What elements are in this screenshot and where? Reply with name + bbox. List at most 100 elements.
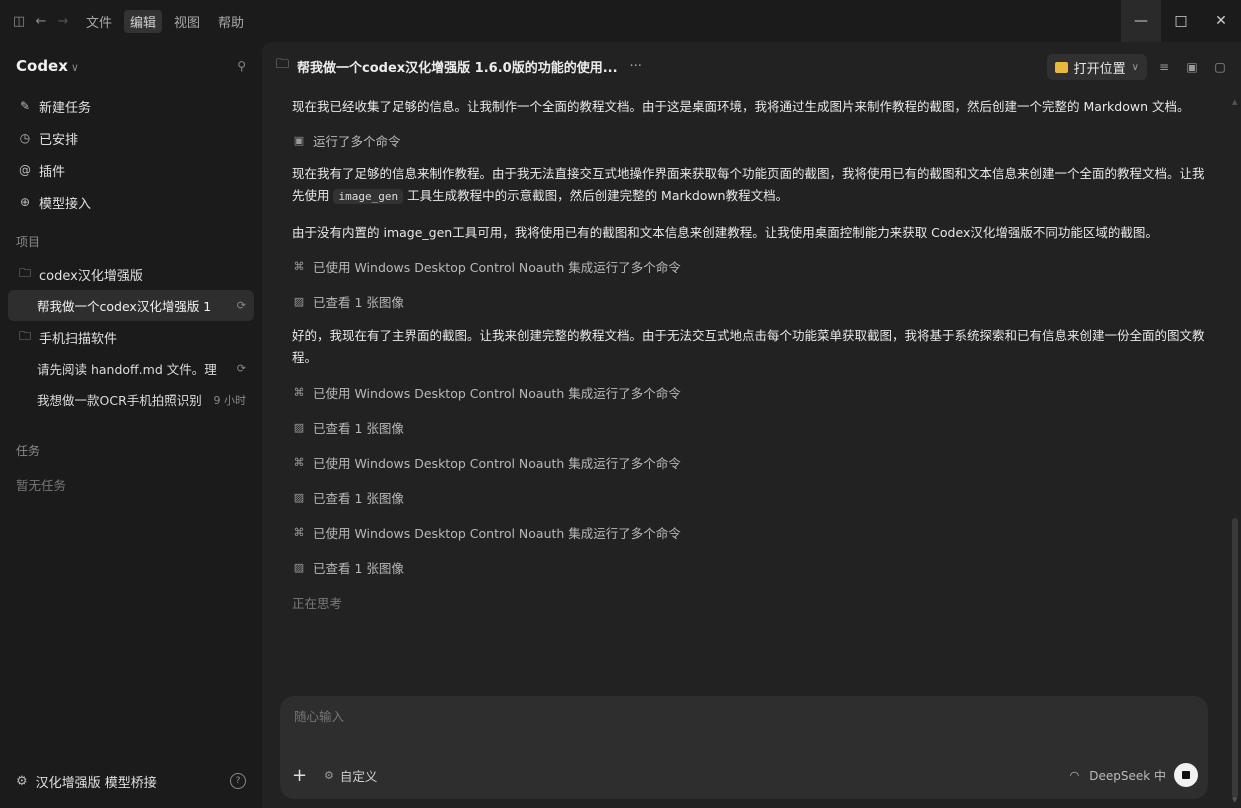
more-options-icon[interactable]: ··· xyxy=(630,59,642,74)
tool-status[interactable]: ⌘ 已使用 Windows Desktop Control Noauth 集成运行… xyxy=(292,381,1212,403)
tool-status[interactable]: ⌘ 已使用 Windows Desktop Control Noauth 集成运行… xyxy=(292,451,1212,473)
inline-code: image_gen xyxy=(333,189,404,204)
thread-item[interactable]: 请先阅读 handoff.md 文件。理 ⟳ xyxy=(8,353,254,384)
tool-status[interactable]: ⌘ 已使用 Windows Desktop Control Noauth 集成运行… xyxy=(292,521,1212,543)
minimize-button[interactable]: — xyxy=(1121,0,1161,42)
menu-bar: ◫ ← → 文件 编辑 视图 帮助 xyxy=(0,9,250,33)
composer-toolbar: + ⚙ 自定义 ◠ DeepSeek 中 xyxy=(292,761,1198,789)
footer-label: 汉化增强版 模型桥接 xyxy=(35,775,157,791)
status-text: 已使用 Windows Desktop Control Noauth 集成运行了… xyxy=(313,525,681,541)
command-icon: ⌘ xyxy=(293,385,305,399)
thread-title-area: 🗀 帮我做一个codex汉化增强版 1.6.0版的功能的使用... ··· xyxy=(276,55,642,77)
scrollbar[interactable]: ▲ ▼ xyxy=(1231,98,1239,804)
scroll-down-icon[interactable]: ▼ xyxy=(1232,796,1237,804)
composer: + ⚙ 自定义 ◠ DeepSeek 中 xyxy=(280,696,1208,799)
project-codex[interactable]: 🗀 codex汉化增强版 xyxy=(8,258,254,290)
sidebar-toggle-icon[interactable]: ◫ xyxy=(8,14,30,29)
gear-icon: ⚙ xyxy=(16,773,28,789)
model-selector[interactable]: DeepSeek 中 xyxy=(1089,767,1166,784)
thread-item[interactable]: 我想做一款OCR手机拍照识别 9 小时 xyxy=(8,384,254,415)
header-actions: 打开位置 ∨ ≡ ▣ ▢ xyxy=(1046,54,1231,80)
folder-icon: 🗀 xyxy=(276,57,290,72)
thread-header: 🗀 帮我做一个codex汉化增强版 1.6.0版的功能的使用... ··· 打开… xyxy=(262,42,1241,90)
status-text: 已查看 1 张图像 xyxy=(313,490,404,506)
menu-view[interactable]: 视图 xyxy=(168,10,206,33)
menu-help[interactable]: 帮助 xyxy=(212,10,250,33)
thinking-indicator: 正在思考 xyxy=(292,595,343,611)
sidebar-item-model-access[interactable]: ⊕ 模型接入 xyxy=(8,186,254,218)
paragraph-text: 工具生成教程中的示意截图，然后创建完整的 Markdown教程文档。 xyxy=(403,188,789,203)
open-location-button[interactable]: 打开位置 ∨ xyxy=(1046,54,1147,80)
maximize-button[interactable]: □ xyxy=(1161,0,1201,42)
tool-status[interactable]: ⌘ 已使用 Windows Desktop Control Noauth 集成运行… xyxy=(292,255,1212,277)
project-scanner[interactable]: 🗀 手机扫描软件 xyxy=(8,321,254,353)
tasks-header: 任务 xyxy=(16,443,41,458)
image-icon: ▨ xyxy=(293,420,305,434)
menu-file[interactable]: 文件 xyxy=(80,10,118,33)
thread-time: 9 小时 xyxy=(209,391,246,408)
close-button[interactable]: ✕ xyxy=(1201,0,1241,42)
tool-status[interactable]: ▨ 已查看 1 张图像 xyxy=(292,556,1212,578)
chevron-down-icon: ∨ xyxy=(70,61,79,74)
terminal-panel-icon[interactable]: ▣ xyxy=(1181,60,1203,74)
custom-button[interactable]: ⚙ 自定义 xyxy=(324,766,377,785)
sidebar-nav: ✎ 新建任务 ◷ 已安排 @ 插件 ⊕ 模型接入 xyxy=(0,90,262,218)
command-icon: ⌘ xyxy=(293,525,305,539)
sidebar-item-label: 模型接入 xyxy=(39,196,92,212)
folder-icon: 🗀 xyxy=(18,328,31,343)
main-panel: 🗀 帮我做一个codex汉化增强版 1.6.0版的功能的使用... ··· 打开… xyxy=(262,42,1241,808)
stop-button[interactable] xyxy=(1174,763,1198,787)
sidebar-item-label: 插件 xyxy=(39,164,66,180)
tool-status[interactable]: ▨ 已查看 1 张图像 xyxy=(292,290,1212,312)
thread-item[interactable]: 帮我做一个codex汉化增强版 1 ⟳ xyxy=(8,290,254,321)
status-text: 运行了多个命令 xyxy=(313,133,401,149)
folder-icon: 🗀 xyxy=(18,265,31,280)
image-icon: ▨ xyxy=(293,560,305,574)
model-bridge-button[interactable]: ⚙ 汉化增强版 模型桥接 xyxy=(16,772,157,791)
edit-icon: ✎ xyxy=(19,99,31,113)
back-arrow-icon[interactable]: ← xyxy=(30,14,52,29)
terminal-icon: ▣ xyxy=(293,133,305,147)
tool-status[interactable]: ▣ 运行了多个命令 xyxy=(292,129,1212,151)
custom-label: 自定义 xyxy=(339,768,378,784)
projects-header: 项目 xyxy=(16,234,41,249)
message-paragraph: 由于没有内置的 image_gen工具可用，我将使用已有的截图和文本信息来创建教… xyxy=(292,225,1158,240)
tasks-empty: 暂无任务 xyxy=(16,477,67,493)
sidebar: Codex ∨ ⚲ ✎ 新建任务 ◷ 已安排 @ 插件 ⊕ 模型接入 项目 🗀 codex汉… xyxy=(0,42,262,808)
status-text: 已使用 Windows Desktop Control Noauth 集成运行了… xyxy=(313,455,681,471)
add-attachment-button[interactable]: + xyxy=(292,765,314,786)
project-name: codex汉化增强版 xyxy=(39,268,143,284)
forward-arrow-icon[interactable]: → xyxy=(52,14,74,29)
sidebar-footer: ⚙ 汉化增强版 模型桥接 ? xyxy=(0,754,262,808)
sidebar-item-new-task[interactable]: ✎ 新建任务 xyxy=(8,90,254,122)
menu-edit[interactable]: 编辑 xyxy=(124,9,163,33)
message-paragraph: 现在我有了足够的信息来制作教程。由于我无法直接交互式地操作界面来获取每个功能页面… xyxy=(292,163,1212,208)
sidebar-header: Codex ∨ ⚲ xyxy=(0,42,262,90)
list-icon[interactable]: ≡ xyxy=(1153,60,1175,74)
help-icon[interactable]: ? xyxy=(230,773,246,789)
conversation: 现在我已经收集了足够的信息。让我制作一个全面的教程文档。由于这是桌面环境，我将通… xyxy=(292,96,1212,613)
folder-icon xyxy=(1054,61,1068,73)
scroll-up-icon[interactable]: ▲ xyxy=(1232,98,1237,106)
app-switcher[interactable]: Codex ∨ xyxy=(16,57,79,75)
window-controls: — □ ✕ xyxy=(1121,0,1241,42)
scroll-thumb[interactable] xyxy=(1232,518,1238,798)
status-text: 已使用 Windows Desktop Control Noauth 集成运行了… xyxy=(313,385,681,401)
panel-toggle-icon[interactable]: ▢ xyxy=(1209,60,1231,74)
chevron-down-icon: ∨ xyxy=(1131,61,1139,73)
project-name: 手机扫描软件 xyxy=(39,331,118,347)
sidebar-item-scheduled[interactable]: ◷ 已安排 xyxy=(8,122,254,154)
message-input[interactable] xyxy=(292,708,1176,725)
spinner-icon: ⟳ xyxy=(232,299,246,312)
plus-circle-icon: ⊕ xyxy=(19,195,31,209)
search-icon[interactable]: ⚲ xyxy=(237,59,246,73)
tool-status[interactable]: ▨ 已查看 1 张图像 xyxy=(292,486,1212,508)
title-bar: ◫ ← → 文件 编辑 视图 帮助 — □ ✕ xyxy=(0,0,1241,42)
tool-status[interactable]: ▨ 已查看 1 张图像 xyxy=(292,416,1212,438)
thread-title: 帮我做一个codex汉化增强版 1 xyxy=(37,299,212,314)
command-icon: ⌘ xyxy=(293,455,305,469)
sidebar-item-plugins[interactable]: @ 插件 xyxy=(8,154,254,186)
clock-icon: ◷ xyxy=(19,131,31,145)
open-location-label: 打开位置 xyxy=(1073,61,1126,77)
status-text: 已查看 1 张图像 xyxy=(313,560,404,576)
